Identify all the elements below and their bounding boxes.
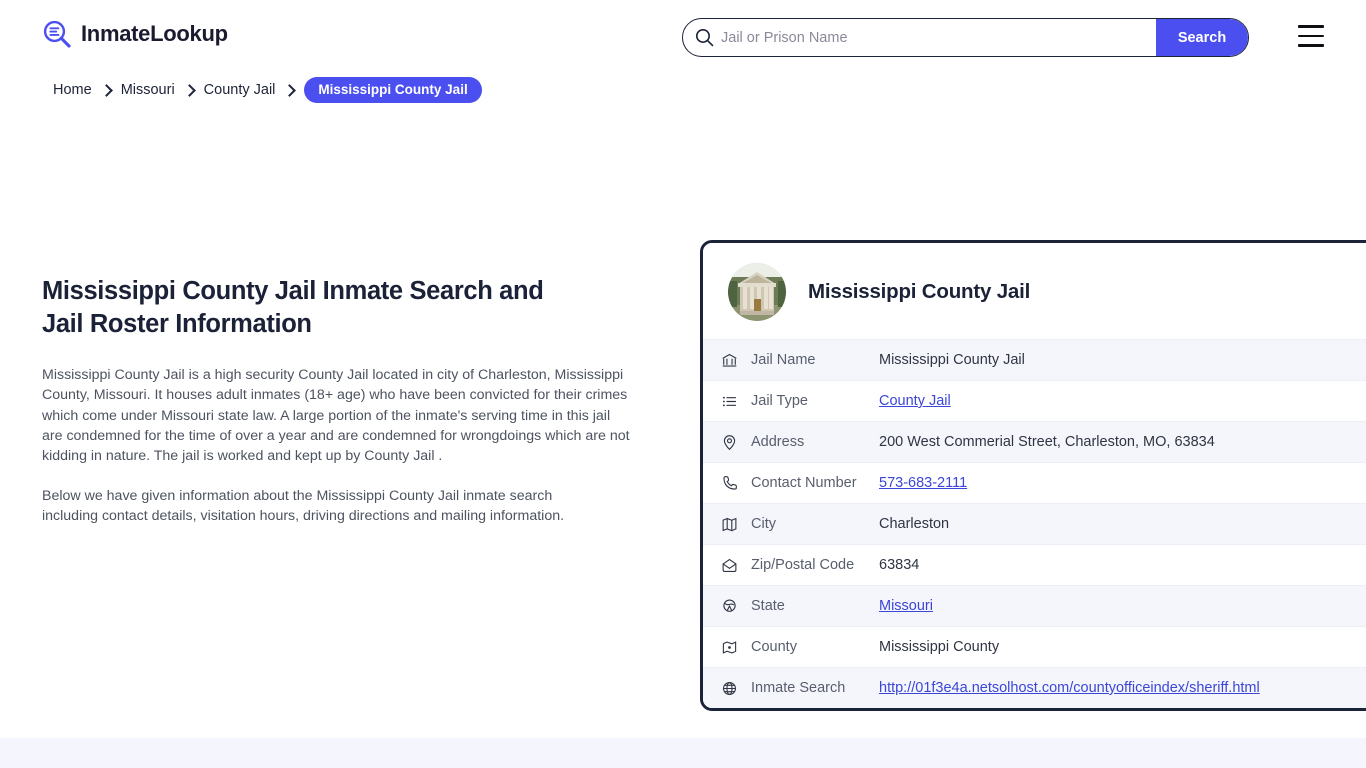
search-bar[interactable]: Search — [682, 18, 1249, 57]
row-label: County — [751, 639, 797, 655]
table-row: County Mississippi County — [703, 626, 1366, 667]
table-row: Jail Name Mississippi County Jail — [703, 339, 1366, 380]
phone-icon — [721, 475, 751, 492]
list-icon — [721, 393, 751, 410]
description-paragraph-1: Mississippi County Jail is a high securi… — [42, 367, 630, 464]
description-paragraph-2: Below we have given information about th… — [42, 488, 565, 525]
row-label: Zip/Postal Code — [751, 557, 855, 573]
row-value: Mississippi County — [879, 639, 1000, 655]
search-icon — [683, 28, 717, 47]
jail-details-table: Jail Name Mississippi County Jail Jail T… — [703, 339, 1366, 708]
jail-info-card: Mississippi County Jail Jail Name Missis… — [700, 240, 1366, 711]
table-row: Address 200 West Commerial Street, Charl… — [703, 421, 1366, 462]
map-icon — [721, 516, 751, 533]
table-row: Inmate Search http://01f3e4a.netsolhost.… — [703, 667, 1366, 708]
row-label: Contact Number — [751, 475, 857, 491]
row-label: Inmate Search — [751, 680, 846, 696]
mail-open-icon — [721, 557, 751, 574]
magnifier-list-icon — [43, 20, 71, 48]
table-row: Jail Type County Jail — [703, 380, 1366, 421]
footer-strip — [0, 738, 1366, 768]
table-row: City Charleston — [703, 503, 1366, 544]
globe-stand-icon — [721, 598, 751, 615]
card-title: Mississippi County Jail — [808, 280, 1031, 303]
row-label: Jail Name — [751, 352, 816, 368]
article-column: Mississippi County Jail Inmate Search an… — [42, 275, 642, 546]
table-row: Zip/Postal Code 63834 — [703, 544, 1366, 585]
search-button[interactable]: Search — [1156, 19, 1248, 56]
logo-text: InmateLookup — [81, 21, 228, 46]
row-label: Jail Type — [751, 393, 808, 409]
row-value-link[interactable]: http://01f3e4a.netsolhost.com/countyoffi… — [879, 680, 1260, 696]
table-row: State Missouri — [703, 585, 1366, 626]
hamburger-menu-icon[interactable] — [1298, 25, 1324, 47]
hamburger-bar — [1298, 25, 1324, 28]
main-content: Mississippi County Jail Inmate Search an… — [0, 74, 1366, 738]
row-value-link[interactable]: 573-683-2111 — [879, 475, 967, 491]
row-label: Address — [751, 434, 805, 450]
globe-icon — [721, 680, 751, 697]
row-value: Mississippi County Jail — [879, 352, 1025, 368]
site-header: InmateLookup Search — [0, 0, 1366, 74]
row-value-link[interactable]: County Jail — [879, 393, 951, 409]
hamburger-bar — [1298, 34, 1324, 38]
hamburger-bar — [1298, 44, 1324, 47]
row-value: 63834 — [879, 557, 920, 573]
search-input[interactable] — [717, 29, 1156, 46]
row-value: Charleston — [879, 516, 950, 532]
row-label: City — [751, 516, 776, 532]
table-row: Contact Number 573-683-2111 — [703, 462, 1366, 503]
row-value: 200 West Commerial Street, Charleston, M… — [879, 434, 1215, 450]
logo[interactable]: InmateLookup — [42, 19, 228, 49]
page-title: Mississippi County Jail Inmate Search an… — [42, 277, 544, 339]
row-label: State — [751, 598, 785, 614]
bank-icon — [721, 352, 751, 369]
map-dot-icon — [721, 639, 751, 656]
courthouse-photo — [728, 263, 786, 321]
card-header: Mississippi County Jail — [703, 243, 1366, 339]
row-value-link[interactable]: Missouri — [879, 598, 933, 614]
map-pin-icon — [721, 434, 751, 451]
